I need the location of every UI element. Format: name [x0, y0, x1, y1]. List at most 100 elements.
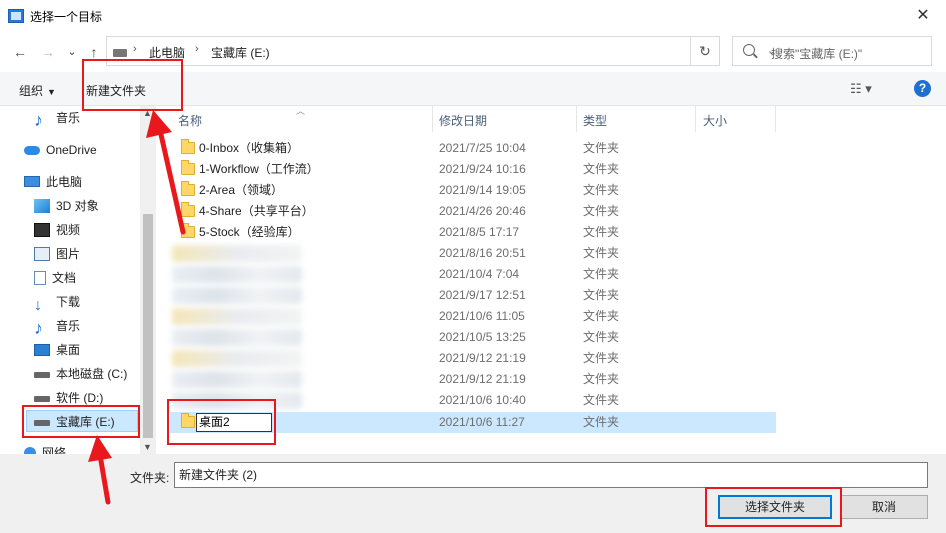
sidebar-item-label: 视频	[56, 223, 81, 237]
sidebar-item-3d-objects[interactable]: 3D 对象	[34, 195, 99, 217]
folder-icon	[181, 202, 195, 217]
file-name: 4-Share（共享平台）	[199, 204, 314, 218]
sidebar-item-label: 本地磁盘 (C:)	[56, 367, 128, 381]
cancel-button[interactable]: 取消	[840, 495, 928, 519]
file-row-selected[interactable]: 桌面2 2021/10/6 11:27 文件夹	[170, 412, 776, 433]
close-icon[interactable]: ✕	[908, 4, 938, 28]
forward-arrow-icon[interactable]: →	[38, 42, 58, 62]
sidebar-item-drive-e[interactable]: 宝藏库 (E:)	[26, 410, 138, 432]
search-placeholder: 搜索"宝藏库 (E:)"	[771, 47, 863, 61]
file-date: 2021/7/25 10:04	[439, 141, 526, 155]
sidebar-item-downloads[interactable]: 下载	[34, 291, 80, 313]
file-row-blurred[interactable]: 2021/10/6 11:05 文件夹	[170, 306, 776, 327]
file-row[interactable]: 4-Share（共享平台） 2021/4/26 20:46 文件夹	[170, 201, 776, 222]
organize-menu-button[interactable]: 组织 ▼	[19, 82, 56, 99]
sidebar-item-label: 软件 (D:)	[56, 391, 104, 405]
window-title: 选择一个目标	[30, 10, 103, 24]
file-row[interactable]: 5-Stock（经验库） 2021/8/5 17:17 文件夹	[170, 222, 776, 243]
sidebar-item-label: OneDrive	[46, 143, 97, 157]
new-folder-button[interactable]: 新建文件夹	[86, 82, 146, 99]
file-row-blurred[interactable]: 2021/9/12 21:19 文件夹	[170, 348, 776, 369]
address-bar[interactable]: › 此电脑 › 宝藏库 (E:) ⌄	[106, 36, 776, 66]
blurred-name	[172, 287, 302, 304]
sidebar-item-desktop[interactable]: 桌面	[34, 339, 80, 361]
sidebar-item-drive-c[interactable]: 本地磁盘 (C:)	[34, 363, 127, 385]
file-date: 2021/10/6 11:27	[439, 415, 525, 429]
sidebar-item-label: 宝藏库 (E:)	[56, 415, 115, 429]
sidebar-item-drive-d[interactable]: 软件 (D:)	[34, 387, 103, 409]
music-icon	[34, 319, 50, 333]
file-row-blurred[interactable]: 2021/10/4 7:04 文件夹	[170, 264, 776, 285]
refresh-icon[interactable]: ↻	[690, 36, 720, 66]
file-row[interactable]: 1-Workflow（工作流） 2021/9/24 10:16 文件夹	[170, 159, 776, 180]
scroll-down-icon[interactable]: ▼	[143, 442, 152, 452]
sidebar-item-label: 文档	[52, 271, 77, 285]
file-type: 文件夹	[583, 330, 620, 344]
file-row[interactable]: 0-Inbox（收集箱） 2021/7/25 10:04 文件夹	[170, 138, 776, 159]
sidebar-item-network[interactable]: 网络	[24, 442, 66, 454]
sidebar-item-label: 下载	[56, 295, 81, 309]
breadcrumb-this-pc[interactable]: 此电脑	[149, 44, 185, 61]
sidebar-item-documents[interactable]: 文档	[34, 267, 76, 289]
sort-ascending-icon: ︿	[296, 106, 306, 116]
file-date: 2021/10/4 7:04	[439, 267, 520, 281]
sidebar-item-label: 此电脑	[46, 175, 83, 189]
file-date: 2021/10/5 13:25	[439, 330, 526, 344]
file-row-blurred[interactable]: 2021/8/16 20:51 文件夹	[170, 243, 776, 264]
file-type: 文件夹	[583, 141, 620, 155]
folder-name-input[interactable]: 新建文件夹 (2)	[174, 462, 928, 488]
breadcrumb-drive-e[interactable]: 宝藏库 (E:)	[211, 44, 270, 61]
column-divider[interactable]	[432, 106, 433, 132]
file-date: 2021/4/26 20:46	[439, 204, 526, 218]
sidebar-item-this-pc[interactable]: 此电脑	[24, 171, 82, 193]
file-date: 2021/9/14 19:05	[439, 183, 526, 197]
blurred-name	[172, 266, 302, 283]
back-arrow-icon[interactable]: ←	[10, 42, 30, 62]
file-date: 2021/9/24 10:16	[439, 162, 526, 176]
up-arrow-icon[interactable]: ↑	[84, 42, 104, 62]
sidebar-item-music-2[interactable]: 音乐	[34, 315, 80, 337]
sidebar-item-onedrive[interactable]: OneDrive	[24, 139, 97, 161]
folder-icon	[181, 139, 195, 154]
3d-objects-icon	[34, 198, 50, 213]
sidebar-scrollbar[interactable]: ▲ ▼	[140, 106, 156, 454]
column-header-modified[interactable]: 修改日期	[439, 112, 487, 129]
sidebar-item-music[interactable]: 音乐	[34, 107, 80, 129]
blurred-name	[172, 392, 302, 409]
scroll-up-icon[interactable]: ▲	[143, 108, 152, 118]
file-row-blurred[interactable]: 2021/10/5 13:25 文件夹	[170, 327, 776, 348]
file-row-blurred[interactable]: 2021/9/17 12:51 文件夹	[170, 285, 776, 306]
file-name: 0-Inbox（收集箱）	[199, 141, 300, 155]
drive-icon	[113, 49, 127, 57]
column-header-type[interactable]: 类型	[583, 112, 607, 129]
rename-input[interactable]: 桌面2	[196, 413, 272, 432]
column-divider[interactable]	[576, 106, 577, 132]
recent-locations-chevron-icon[interactable]: ⌄	[62, 42, 82, 62]
select-folder-button[interactable]: 选择文件夹	[718, 495, 832, 519]
dialog-footer: 文件夹: 新建文件夹 (2) 选择文件夹 取消	[0, 454, 946, 533]
file-date: 2021/10/6 10:40	[439, 393, 526, 407]
sidebar-item-pictures[interactable]: 图片	[34, 243, 80, 265]
column-header-size[interactable]: 大小	[703, 112, 727, 129]
file-name: 2-Area（领域）	[199, 183, 284, 197]
scrollbar-thumb[interactable]	[143, 214, 153, 438]
file-type: 文件夹	[583, 372, 620, 386]
file-row[interactable]: 2-Area（领域） 2021/9/14 19:05 文件夹	[170, 180, 776, 201]
title-bar: 选择一个目标 ✕	[0, 0, 946, 32]
drive-icon	[34, 371, 50, 378]
sidebar-item-video[interactable]: 视频	[34, 219, 80, 241]
folder-icon	[181, 160, 195, 175]
search-box[interactable]: 搜索"宝藏库 (E:)"	[732, 36, 932, 66]
help-icon[interactable]: ?	[914, 80, 931, 97]
file-type: 文件夹	[583, 393, 620, 407]
file-row-blurred[interactable]: 2021/9/12 21:19 文件夹	[170, 369, 776, 390]
column-divider[interactable]	[775, 106, 776, 132]
column-header-name[interactable]: 名称	[178, 112, 202, 129]
file-row-blurred[interactable]: 2021/10/6 10:40 文件夹	[170, 390, 776, 411]
file-name: 1-Workflow（工作流）	[199, 162, 319, 176]
organize-label: 组织	[19, 84, 44, 98]
view-options-icon[interactable]: ☷ ▾	[850, 81, 872, 97]
sidebar-item-label: 音乐	[56, 319, 81, 333]
column-divider[interactable]	[695, 106, 696, 132]
music-icon	[34, 111, 50, 125]
